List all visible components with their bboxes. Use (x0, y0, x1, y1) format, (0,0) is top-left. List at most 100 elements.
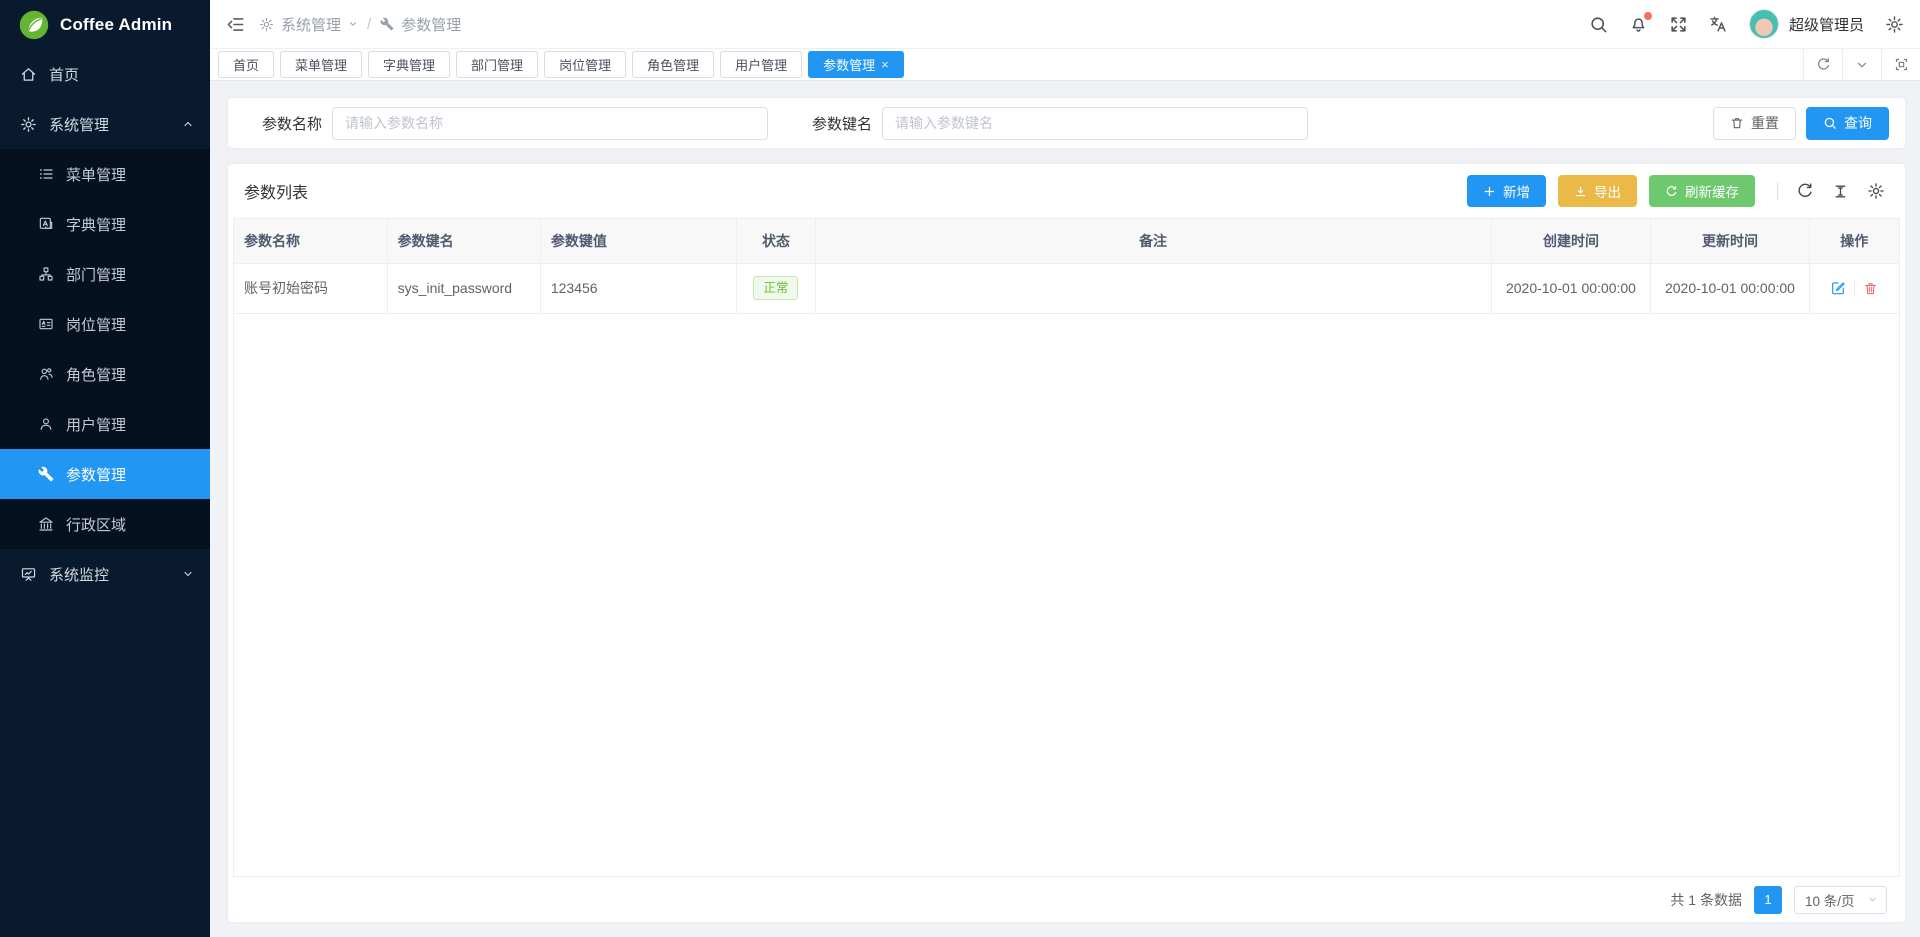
tab-role-mgmt[interactable]: 角色管理 (632, 51, 714, 78)
param-name-label: 参数名称 (262, 113, 322, 134)
tab-dept-mgmt[interactable]: 部门管理 (456, 51, 538, 78)
col-header-status: 状态 (737, 219, 815, 263)
tab-label: 菜单管理 (295, 55, 347, 74)
page-1-button[interactable]: 1 (1754, 886, 1782, 914)
param-table: 参数名称 参数键名 参数键值 状态 备注 创建时间 更新时间 操作 (233, 218, 1900, 877)
sidebar-item-dept-mgmt[interactable]: 部门管理 (0, 249, 210, 299)
breadcrumb-item[interactable]: 系统管理 (281, 14, 341, 35)
add-button[interactable]: 新增 (1467, 175, 1546, 207)
tab-label: 参数管理 (823, 55, 875, 74)
param-list-card: 参数列表 新增 导出 (228, 164, 1905, 922)
sidebar-item-label: 字典管理 (66, 214, 126, 235)
sidebar-item-user-mgmt[interactable]: 用户管理 (0, 399, 210, 449)
user-icon (38, 416, 54, 432)
sidebar-item-monitor[interactable]: 系统监控 (0, 549, 210, 599)
sidebar-item-post-mgmt[interactable]: 岗位管理 (0, 299, 210, 349)
reset-button-label: 重置 (1751, 113, 1779, 133)
query-button[interactable]: 查询 (1806, 107, 1889, 140)
sidebar: Coffee Admin 首页 系统管理 (0, 0, 210, 937)
refresh-cache-button[interactable]: 刷新缓存 (1649, 175, 1755, 207)
download-icon (1574, 185, 1587, 198)
sidebar-item-label: 岗位管理 (66, 314, 126, 335)
add-button-label: 新增 (1503, 181, 1530, 201)
col-header-key: 参数键名 (387, 219, 540, 263)
column-settings-gear-icon[interactable] (1867, 182, 1885, 200)
row-density-icon[interactable] (1832, 183, 1849, 200)
sidebar-item-label: 用户管理 (66, 414, 126, 435)
table-row: 账号初始密码 sys_init_password 123456 正常 2020-… (234, 263, 1899, 313)
tab-label: 用户管理 (735, 55, 787, 74)
sidebar-item-role-mgmt[interactable]: 角色管理 (0, 349, 210, 399)
avatar[interactable] (1749, 9, 1779, 39)
tab-post-mgmt[interactable]: 岗位管理 (544, 51, 626, 78)
tab-label: 字典管理 (383, 55, 435, 74)
cell-param-name: 账号初始密码 (234, 263, 387, 313)
sidebar-item-param-mgmt[interactable]: 参数管理 (0, 449, 210, 499)
pagination: 共 1 条数据 1 10 条/页 (228, 877, 1905, 922)
notifications-button[interactable] (1629, 15, 1648, 34)
sidebar-item-label: 行政区域 (66, 514, 126, 535)
divider (1777, 182, 1778, 200)
tab-bar: 首页 菜单管理 字典管理 部门管理 岗位管理 角色管理 用户管理 参数管理 × (210, 49, 1920, 81)
tab-menu-mgmt[interactable]: 菜单管理 (280, 51, 362, 78)
chevron-down-icon (1867, 894, 1878, 905)
cell-param-key: sys_init_password (387, 263, 540, 313)
tab-home[interactable]: 首页 (218, 51, 274, 78)
dictionary-icon (38, 216, 54, 232)
param-key-input[interactable] (882, 107, 1308, 140)
export-button-label: 导出 (1594, 181, 1621, 201)
param-key-label: 参数键名 (812, 113, 872, 134)
tab-close-icon[interactable]: × (881, 58, 889, 71)
gear-icon (259, 17, 274, 32)
tab-user-mgmt[interactable]: 用户管理 (720, 51, 802, 78)
app-logo[interactable]: Coffee Admin (0, 0, 210, 49)
page-size-value: 10 条/页 (1805, 890, 1855, 910)
wrench-icon (380, 17, 394, 31)
sidebar-item-region[interactable]: 行政区域 (0, 499, 210, 549)
list-icon (38, 166, 54, 182)
sidebar-item-label: 首页 (49, 64, 79, 85)
sidebar-item-menu-mgmt[interactable]: 菜单管理 (0, 149, 210, 199)
cell-updated-time: 2020-10-01 00:00:00 (1651, 263, 1809, 313)
refresh-icon (1665, 185, 1678, 198)
tab-options-chevron-icon[interactable] (1842, 49, 1881, 80)
fullscreen-icon[interactable] (1669, 15, 1688, 34)
translate-icon[interactable] (1709, 15, 1728, 34)
pagination-total: 共 1 条数据 (1670, 890, 1742, 910)
edit-row-icon[interactable] (1830, 280, 1846, 296)
sidebar-item-label: 系统监控 (49, 564, 109, 585)
sidebar-item-home[interactable]: 首页 (0, 49, 210, 99)
refresh-cache-button-label: 刷新缓存 (1685, 181, 1739, 201)
id-card-icon (38, 316, 54, 332)
plus-icon (1483, 185, 1496, 198)
delete-row-icon[interactable] (1863, 281, 1878, 296)
refresh-table-icon[interactable] (1796, 182, 1814, 200)
collapse-sidebar-icon[interactable] (226, 15, 245, 34)
export-button[interactable]: 导出 (1558, 175, 1637, 207)
tab-dict-mgmt[interactable]: 字典管理 (368, 51, 450, 78)
sidebar-item-system[interactable]: 系统管理 (0, 99, 210, 149)
sidebar-item-label: 参数管理 (66, 464, 126, 485)
page-content: 参数名称 参数键名 重置 查询 (210, 81, 1920, 937)
tab-param-mgmt[interactable]: 参数管理 × (808, 51, 904, 78)
param-name-input[interactable] (332, 107, 768, 140)
gear-icon (20, 116, 37, 133)
search-icon[interactable] (1589, 15, 1608, 34)
settings-gear-icon[interactable] (1885, 15, 1904, 34)
monitor-icon (20, 566, 37, 583)
breadcrumb-item-current: 参数管理 (401, 14, 461, 35)
sidebar-item-label: 角色管理 (66, 364, 126, 385)
maximize-content-icon[interactable] (1881, 49, 1920, 80)
query-button-label: 查询 (1844, 113, 1872, 133)
refresh-tab-icon[interactable] (1803, 49, 1842, 80)
sidebar-item-dict-mgmt[interactable]: 字典管理 (0, 199, 210, 249)
chevron-down-icon (182, 568, 194, 580)
user-name[interactable]: 超级管理员 (1789, 14, 1864, 35)
page-size-select[interactable]: 10 条/页 (1794, 886, 1887, 914)
cell-param-value: 123456 (540, 263, 736, 313)
reset-button[interactable]: 重置 (1713, 107, 1796, 140)
chevron-down-icon[interactable] (348, 19, 358, 29)
notification-badge-dot (1644, 12, 1652, 20)
tab-label: 部门管理 (471, 55, 523, 74)
search-form-card: 参数名称 参数键名 重置 查询 (228, 98, 1905, 148)
